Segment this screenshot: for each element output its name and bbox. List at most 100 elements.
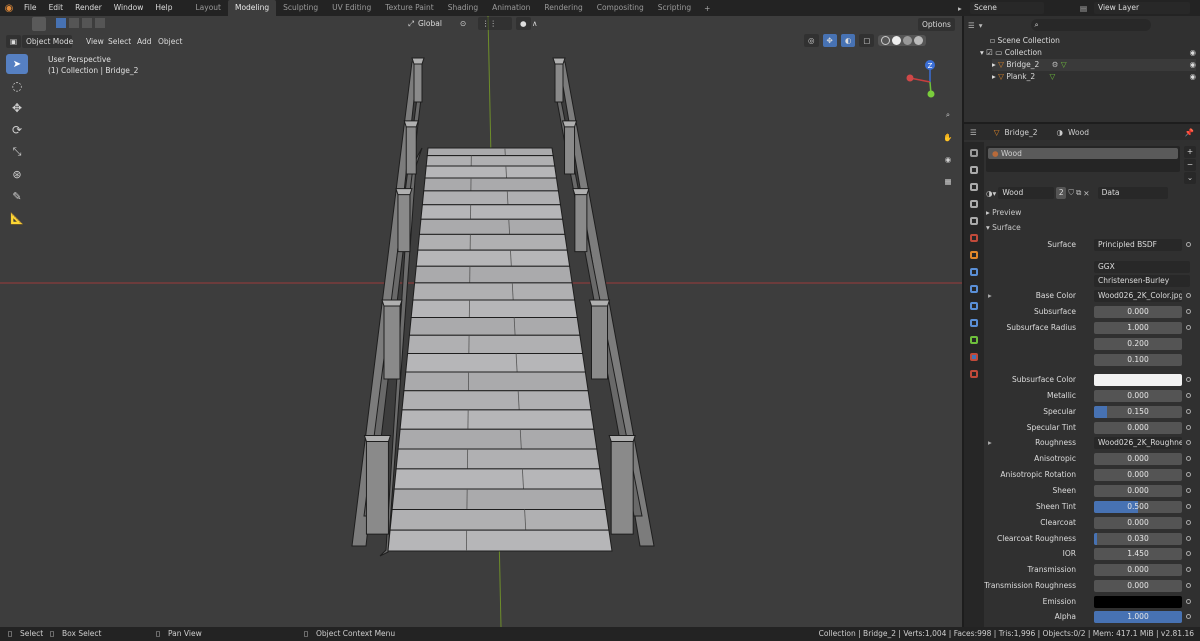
duplicate-icon[interactable]: ⧉ <box>1076 188 1081 198</box>
pivot-icon[interactable]: ⊙ <box>456 17 470 30</box>
socket-icon[interactable] <box>1186 504 1191 509</box>
expand-arrow-icon[interactable]: ▸ <box>992 72 996 81</box>
rendered-shading-icon[interactable] <box>914 36 924 45</box>
outliner-search[interactable]: ⌕ <box>1030 19 1151 31</box>
select-mode-button[interactable] <box>32 17 46 31</box>
add-workspace-icon[interactable]: + <box>698 4 716 13</box>
falloff-icon[interactable]: ∧ <box>528 17 542 30</box>
outliner-item-bridge[interactable]: ▸ ▽ Bridge_2 ⚙ ▽ ◉ <box>992 59 1196 71</box>
tab-compositing[interactable]: Compositing <box>590 0 651 16</box>
menu-render[interactable]: Render <box>69 0 108 16</box>
socket-icon[interactable] <box>1186 456 1191 461</box>
render-icon[interactable] <box>970 166 978 174</box>
gizmo-toggle-icon[interactable]: ✥ <box>822 34 837 47</box>
expand-arrow-icon[interactable]: ▸ <box>988 291 992 300</box>
view-layer-selector[interactable]: ▤ View Layer <box>1080 2 1190 14</box>
editor-type-button[interactable]: ▣ <box>6 35 22 48</box>
socket-icon[interactable] <box>1186 551 1191 556</box>
display-mode-icon[interactable]: ▾ <box>979 21 983 30</box>
socket-icon[interactable] <box>1186 599 1191 604</box>
add-slot-button[interactable]: + <box>1184 146 1196 158</box>
material-shading-icon[interactable] <box>903 36 913 45</box>
mode-subtract-icon[interactable] <box>82 18 92 28</box>
value-slider[interactable]: 0.000 <box>1094 564 1182 576</box>
eye-icon[interactable]: ◉ <box>1189 47 1196 59</box>
cursor-tool[interactable]: ◌ <box>6 76 28 96</box>
unlink-icon[interactable]: ✕ <box>1083 189 1089 198</box>
input-texture-field[interactable]: Wood026_2K_Roughness... <box>1094 437 1182 449</box>
surface-panel-header[interactable]: ▾ Surface <box>986 221 1198 234</box>
tab-sculpting[interactable]: Sculpting <box>276 0 325 16</box>
scene-name[interactable]: Scene <box>970 2 1044 14</box>
annotate-tool[interactable]: ✎ <box>6 186 28 206</box>
view-layer-icon[interactable] <box>970 200 978 208</box>
scene-canvas[interactable] <box>0 16 962 627</box>
value-slider[interactable]: 0.000 <box>1094 306 1182 318</box>
value-slider[interactable]: 0.030 <box>1094 533 1182 545</box>
menu-object[interactable]: Object <box>154 35 186 48</box>
object-icon[interactable] <box>970 251 978 259</box>
input-texture-field[interactable]: Wood026_2K_Color.jpg <box>1094 290 1182 302</box>
mode-new-icon[interactable] <box>56 18 66 28</box>
collection-row[interactable]: ▾ ☑ ▭ Collection ◉ <box>980 47 1196 59</box>
socket-icon[interactable] <box>1186 536 1191 541</box>
value-slider[interactable]: 0.000 <box>1094 517 1182 529</box>
value-slider[interactable]: 0.000 <box>1094 422 1182 434</box>
transform-tool[interactable]: ⊛ <box>6 164 28 184</box>
navigation-gizmo[interactable]: Z <box>902 58 952 110</box>
camera-icon[interactable]: ◉ <box>939 150 957 168</box>
expand-arrow-icon[interactable]: ▾ <box>980 48 984 57</box>
tool-icon[interactable] <box>970 149 978 157</box>
material-slot-item[interactable]: ● Wood <box>988 148 1178 159</box>
socket-icon[interactable] <box>1186 325 1191 330</box>
solid-shading-icon[interactable] <box>892 36 902 45</box>
socket-icon[interactable] <box>1186 309 1191 314</box>
checkbox-icon[interactable]: ☑ <box>986 48 993 57</box>
socket-icon[interactable] <box>1186 425 1191 430</box>
preview-panel-header[interactable]: ▸ Preview <box>986 206 1198 219</box>
value-slider[interactable]: 0.000 <box>1094 485 1182 497</box>
material-browse-icon[interactable]: ◑▾ <box>986 189 996 198</box>
tab-shading[interactable]: Shading <box>441 0 485 16</box>
output-icon[interactable] <box>970 183 978 191</box>
menu-help[interactable]: Help <box>149 0 178 16</box>
value-slider[interactable]: 0.000 <box>1094 390 1182 402</box>
menu-add[interactable]: Add <box>133 35 156 48</box>
value-slider[interactable]: 0.000 <box>1094 469 1182 481</box>
scene-collection-row[interactable]: ▫ Scene Collection <box>990 35 1060 47</box>
eye-icon[interactable]: ◉ <box>1189 59 1196 71</box>
tab-animation[interactable]: Animation <box>485 0 537 16</box>
socket-icon[interactable] <box>1186 393 1191 398</box>
outliner-editor-icon[interactable]: ☰ <box>968 21 975 30</box>
mode-extend-icon[interactable] <box>69 18 79 28</box>
fake-user-icon[interactable]: ⛉ <box>1068 188 1074 198</box>
value-slider[interactable]: 0.000 <box>1094 453 1182 465</box>
menu-window[interactable]: Window <box>108 0 150 16</box>
transform-orientation[interactable]: ⤢ Global <box>404 17 446 30</box>
move-tool[interactable]: ✥ <box>6 98 28 118</box>
mode-intersect-icon[interactable] <box>95 18 105 28</box>
expand-arrow-icon[interactable]: ▸ <box>992 60 996 69</box>
value-slider[interactable]: 0.150 <box>1094 406 1182 418</box>
hand-pan-icon[interactable]: ✋ <box>939 128 957 146</box>
socket-icon[interactable] <box>1186 377 1191 382</box>
scene-icon[interactable] <box>970 217 978 225</box>
material-name-field[interactable]: Wood <box>998 187 1055 199</box>
socket-icon[interactable] <box>1186 583 1191 588</box>
menu-file[interactable]: File <box>18 0 43 16</box>
properties-editor-icon[interactable]: ☰ <box>970 128 977 137</box>
expand-arrow-icon[interactable]: ▸ <box>988 438 992 447</box>
zoom-icon[interactable]: ⌕ <box>939 106 957 124</box>
eye-icon[interactable]: ◉ <box>1189 71 1196 83</box>
value-slider[interactable]: 1.000 <box>1094 322 1182 334</box>
tab-rendering[interactable]: Rendering <box>537 0 589 16</box>
subsurface-method-dropdown[interactable]: Christensen-Burley <box>1094 275 1190 287</box>
scene-selector[interactable]: ▸ Scene <box>958 2 1044 14</box>
socket-icon[interactable] <box>1186 472 1191 477</box>
link-dropdown[interactable]: Data <box>1097 187 1168 199</box>
color-swatch[interactable] <box>1094 596 1182 608</box>
socket-icon[interactable] <box>1186 567 1191 572</box>
rotate-tool[interactable]: ⟳ <box>6 120 28 140</box>
scale-tool[interactable]: ⤡ <box>6 142 28 162</box>
value-slider[interactable]: 0.000 <box>1094 580 1182 592</box>
